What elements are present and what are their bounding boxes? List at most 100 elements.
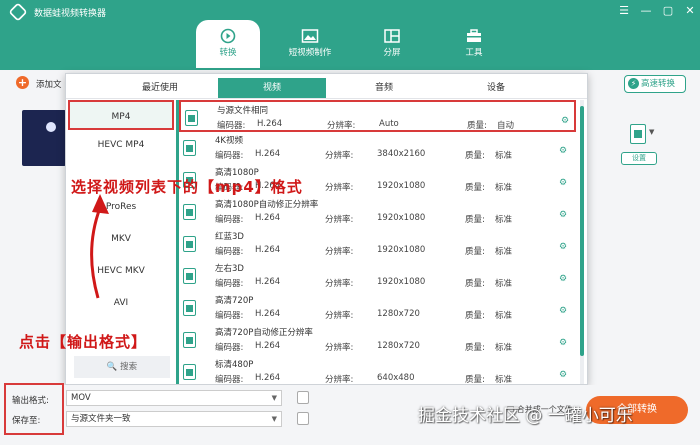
resolution-label: 分辨率:	[327, 121, 356, 131]
tab-video[interactable]: 视频	[218, 78, 326, 98]
tab-device[interactable]: 设备	[442, 78, 550, 98]
save-to-value: 与源文件夹一致	[71, 414, 131, 424]
add-file-button[interactable]: + 添加文	[16, 76, 62, 90]
encoder-value: H.264	[255, 149, 281, 159]
resolution-label: 分辨率:	[325, 279, 354, 289]
bolt-icon: ⚡	[628, 78, 639, 89]
encoder-label: 编码器:	[215, 279, 244, 289]
app-logo-icon	[8, 2, 28, 22]
tab-label: 转换	[219, 48, 237, 58]
encoder-label: 编码器:	[215, 215, 244, 225]
output-format-value: MOV	[71, 393, 91, 403]
chevron-down-icon[interactable]: ▼	[649, 128, 654, 136]
quality-value: 标准	[495, 343, 513, 353]
resolution-label: 分辨率:	[325, 247, 354, 257]
tab-recent[interactable]: 最近使用	[106, 78, 214, 98]
format-item-hevc-mp4[interactable]: HEVC MP4	[68, 130, 174, 160]
quality-value: 自动	[497, 121, 515, 131]
output-format-select[interactable]: MOV ▼	[66, 390, 282, 406]
resolution-label: 分辨率:	[325, 311, 354, 321]
resolution-value: 1280x720	[377, 309, 420, 319]
quality-value: 标准	[495, 215, 513, 225]
gear-icon[interactable]: ⚙	[559, 178, 567, 188]
encoder-label: 编码器:	[217, 121, 246, 131]
title-bar: 数据蛙视频转换器 ☰ — ▢ ✕ 转换 短视频制作 分屏 工具	[0, 0, 700, 70]
scrollbar-thumb[interactable]	[580, 106, 584, 356]
preset-name: 标清480P	[215, 360, 254, 370]
preset-scrollbar[interactable]	[580, 100, 584, 384]
split-screen-icon	[384, 29, 400, 43]
quality-label: 质量:	[465, 375, 485, 384]
resolution-value: 1920x1080	[377, 277, 426, 287]
close-icon[interactable]: ✕	[682, 4, 698, 17]
encoder-label: 编码器:	[215, 375, 244, 384]
preset-list: 与源文件相同 编码器: H.264 分辨率: Auto 质量: 自动 ⚙ 4K视频 编码器: H.2…	[179, 100, 576, 384]
plus-icon: +	[16, 76, 29, 89]
preset-row[interactable]: 4K视频 编码器: H.264 分辨率: 3840x2160 质量: 标准 ⚙	[179, 132, 576, 164]
preset-row[interactable]: 与源文件相同 编码器: H.264 分辨率: Auto 质量: 自动 ⚙	[179, 100, 576, 132]
resolution-value: 1920x1080	[377, 181, 426, 191]
tab-split-screen[interactable]: 分屏	[360, 20, 424, 68]
search-icon: 🔍	[106, 362, 121, 372]
gear-icon[interactable]: ⚙	[559, 306, 567, 316]
preset-row[interactable]: 红蓝3D 编码器: H.264 分辨率: 1920x1080 质量: 标准 ⚙	[179, 228, 576, 260]
tab-audio[interactable]: 音频	[330, 78, 438, 98]
preset-name: 高清1080P自动修正分辨率	[215, 200, 319, 210]
gear-icon[interactable]: ⚙	[559, 274, 567, 284]
preset-row[interactable]: 高清720P自动修正分辨率 编码器: H.264 分辨率: 1280x720 质量: 标准 ⚙	[179, 324, 576, 356]
video-file-icon	[183, 204, 196, 220]
moon-icon	[46, 122, 56, 132]
preset-row[interactable]: 高清720P 编码器: H.264 分辨率: 1280x720 质量: 标准 ⚙	[179, 292, 576, 324]
preset-row[interactable]: 左右3D 编码器: H.264 分辨率: 1920x1080 质量: 标准 ⚙	[179, 260, 576, 292]
minimize-icon[interactable]: —	[638, 4, 654, 17]
chevron-down-icon: ▼	[271, 415, 277, 423]
video-file-icon	[183, 140, 196, 156]
video-thumbnail[interactable]	[22, 110, 66, 166]
tab-tools[interactable]: 工具	[442, 20, 506, 68]
resolution-label: 分辨率:	[325, 343, 354, 353]
chevron-down-icon: ▼	[271, 394, 277, 402]
preset-row[interactable]: 高清1080P自动修正分辨率 编码器: H.264 分辨率: 1920x1080 质量: 标…	[179, 196, 576, 228]
save-to-select[interactable]: 与源文件夹一致 ▼	[66, 411, 282, 427]
resolution-value: Auto	[379, 119, 399, 129]
resolution-label: 分辨率:	[325, 375, 354, 384]
menu-icon[interactable]: ☰	[616, 4, 632, 17]
gear-icon[interactable]: ⚙	[559, 146, 567, 156]
format-item-mp4[interactable]: MP4	[68, 100, 174, 130]
image-icon	[301, 29, 319, 43]
resolution-value: 1920x1080	[377, 213, 426, 223]
quality-value: 标准	[495, 183, 513, 193]
tab-short-video[interactable]: 短视频制作	[278, 20, 342, 68]
encoder-value: H.264	[255, 245, 281, 255]
quality-value: 标准	[495, 151, 513, 161]
preset-name: 高清720P自动修正分辨率	[215, 328, 313, 338]
quality-value: 标准	[495, 311, 513, 321]
maximize-icon[interactable]: ▢	[660, 4, 676, 17]
preset-name: 左右3D	[215, 264, 244, 274]
gear-icon[interactable]: ⚙	[559, 370, 567, 380]
gear-icon[interactable]: ⚙	[561, 116, 569, 126]
folder-icon[interactable]	[297, 412, 309, 425]
highlight-box	[4, 383, 64, 435]
toolbox-icon	[467, 29, 481, 42]
search-button[interactable]: 🔍 搜索	[74, 356, 170, 378]
resolution-label: 分辨率:	[325, 183, 354, 193]
preset-row[interactable]: 标清480P 编码器: H.264 分辨率: 640x480 质量: 标准 ⚙	[179, 356, 576, 384]
resolution-value: 1280x720	[377, 341, 420, 351]
settings-button[interactable]: 设置	[621, 152, 657, 165]
output-format-icon[interactable]	[630, 124, 646, 144]
gear-icon[interactable]: ⚙	[559, 242, 567, 252]
quality-label: 质量:	[465, 151, 485, 161]
app-title: 数据蛙视频转换器	[34, 9, 107, 19]
gear-icon[interactable]: ⚙	[559, 338, 567, 348]
encoder-value: H.264	[255, 309, 281, 319]
edit-format-icon[interactable]	[297, 391, 309, 404]
tab-convert[interactable]: 转换	[196, 20, 260, 68]
fast-convert-label: 高速转换	[641, 79, 676, 89]
quality-label: 质量:	[465, 183, 485, 193]
encoder-value: H.264	[255, 341, 281, 351]
encoder-label: 编码器:	[215, 151, 244, 161]
fast-convert-button[interactable]: ⚡ 高速转换	[624, 75, 686, 93]
gear-icon[interactable]: ⚙	[559, 210, 567, 220]
tab-label: 工具	[465, 48, 483, 58]
